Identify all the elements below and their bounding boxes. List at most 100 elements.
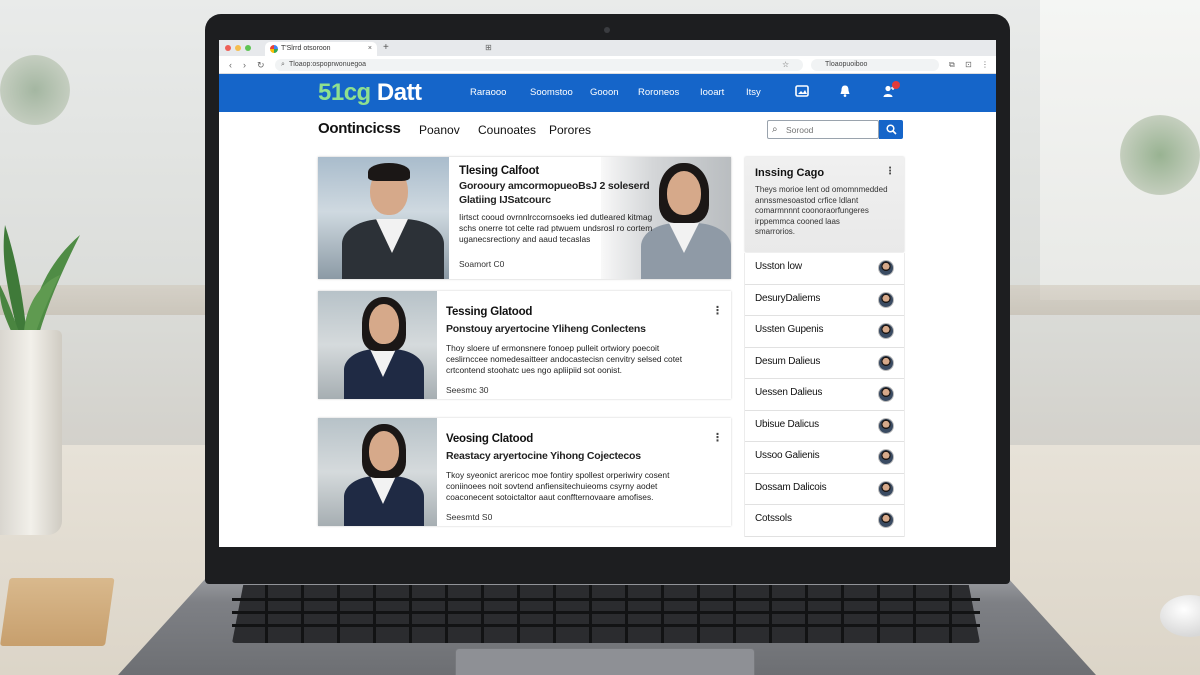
logo-accent: 51cg (318, 79, 371, 106)
avatar (878, 449, 894, 465)
article-title[interactable]: Tessing Glatood (446, 306, 532, 318)
sidebar-list-item[interactable]: Dossam Dalicois (745, 473, 904, 505)
sidebar-feature-card[interactable]: Inssing Cago ⋮ Theys morioe lent od omom… (745, 157, 904, 252)
close-window-dot[interactable] (225, 45, 231, 51)
avatar (878, 417, 894, 434)
site-logo[interactable]: 51cg Datt (318, 77, 422, 109)
nav-link[interactable]: Gooon (590, 74, 619, 112)
nav-link[interactable]: Iooart (700, 74, 724, 112)
article-excerpt-line: uganecsrectiony and aaud tecaslas (459, 234, 591, 244)
sidebar-list-item[interactable]: Ussten Gupenis (745, 316, 904, 348)
article-title[interactable]: Veosing Clatood (446, 433, 533, 445)
sidebar-item-label: Cotssols (755, 513, 792, 524)
logo-text: Datt (370, 79, 422, 106)
avatar (878, 480, 894, 497)
sidebar-item-label: DesuryDaliems (755, 292, 821, 304)
subnav-item[interactable]: Counoates (478, 122, 536, 138)
article-subtitle: Gorooury amcormopueoBsJ 2 soleserd (459, 180, 650, 192)
sidebar-feature-line: annssmesoastod crfice ldlant (755, 195, 859, 205)
featured-article-card[interactable]: Tlesing Calfoot Gorooury amcormopueoBsJ … (318, 157, 731, 279)
photo-face (369, 304, 399, 344)
keyboard-row-divider (232, 598, 980, 601)
article-excerpt-line: coaconecent sotoictaltor aaut conffterno… (446, 492, 654, 502)
avatar (878, 260, 894, 276)
article-excerpt-line: Iirtsct cooud ovrnnlrccornsoeks ied dutl… (459, 212, 653, 222)
sidebar-item-label: Ubisue Dalicus (755, 418, 819, 430)
article-subtitle: Reastacy aryertocine Yihong Cojectecos (446, 450, 641, 462)
sidebar-item-label: Ussten Gupenis (755, 324, 824, 335)
potted-plant-leaves (0, 225, 80, 345)
maximize-window-dot[interactable] (245, 45, 251, 51)
search-icon: ⌕ (281, 61, 285, 68)
tab-title: T'Slrrd otsoroon (281, 45, 331, 52)
photo-hair (368, 163, 410, 181)
photo-face (667, 171, 701, 215)
sidebar-item-label: Usston low (755, 261, 802, 272)
nav-link[interactable]: Roroneos (638, 74, 679, 112)
subnav-item[interactable]: Porores (549, 122, 591, 138)
nav-link[interactable]: Soomstoo (530, 74, 573, 112)
article-card[interactable]: Tessing Glatood Ponstouy aryertocine Yli… (318, 291, 731, 399)
search-button[interactable] (879, 120, 903, 139)
avatar (878, 512, 894, 528)
nav-link[interactable]: Itsy (746, 74, 761, 112)
secondary-address-field[interactable]: Tloaopuoiboo (811, 59, 939, 71)
secondary-address-text: Tloaopuoiboo (825, 61, 868, 68)
subnav-item[interactable]: Poanov (419, 122, 460, 138)
extensions-icon[interactable]: ⧉ (949, 59, 955, 71)
sidebar-list-item[interactable]: Cotssols (745, 505, 904, 537)
sidebar-list-item[interactable]: Ubisue Dalicus (745, 410, 904, 442)
nav-link[interactable]: Raraooo (470, 74, 506, 112)
article-title[interactable]: Tlesing Calfoot (459, 165, 539, 177)
sidebar-list-item[interactable]: Desum Dalieus (745, 347, 904, 379)
browser-tab-bar: T'Slrrd otsoroon × + ⊞ (219, 40, 996, 56)
new-tab-button[interactable]: + (383, 40, 389, 56)
sidebar-feature-title: Inssing Cago (755, 167, 825, 179)
sidebar-item-label: Desum Dalieus (755, 355, 821, 367)
forward-button[interactable]: › (243, 58, 246, 72)
search-input[interactable] (786, 123, 876, 136)
site-header: 51cg Datt Raraooo Soomstoo Gooon Roroneo… (219, 74, 996, 112)
reload-button[interactable]: ↻ (257, 58, 265, 72)
browser-tab[interactable]: T'Slrrd otsoroon × (265, 42, 377, 56)
minimize-window-dot[interactable] (235, 45, 241, 51)
webcam-icon (604, 27, 610, 33)
avatar (878, 323, 894, 339)
avatar (878, 386, 894, 402)
sidebar-list-item[interactable]: Ussoo Galienis (745, 442, 904, 474)
article-meta: Seesmc 30 (446, 385, 489, 395)
article-excerpt-line: schs onerre tot celte rad ptwuem undsros… (459, 223, 653, 233)
bell-icon[interactable] (836, 84, 854, 102)
close-tab-icon[interactable]: × (368, 42, 372, 56)
sidebar-item-label: Ussoo Galienis (755, 450, 820, 461)
address-bar[interactable]: Tloaop:ospoprwonuegoa (275, 59, 803, 71)
more-options-icon[interactable]: ⋮ (712, 305, 723, 317)
sidebar-item-label: Uessen Dalieus (755, 387, 823, 398)
article-card[interactable]: Veosing Clatood Reastacy aryertocine Yih… (318, 418, 731, 526)
article-excerpt-line: Tkoy syeonict arericoc moe fontiry spoll… (446, 470, 670, 480)
browser-toolbar: ‹ › ↻ Tloaop:ospoprwonuegoa ⌕ ☆ Tloaopuo… (219, 56, 996, 74)
image-icon[interactable] (793, 84, 811, 102)
article-excerpt-line: Thoy sloere uf ermonsnere fonoep pulleit… (446, 343, 660, 353)
article-excerpt-line: ceslirnccee nomedesaitteer andocastecisn… (446, 354, 683, 364)
menu-icon[interactable]: ⋮ (981, 59, 989, 71)
sidebar-list-item[interactable]: Uessen Dalieus (745, 379, 904, 411)
search-field[interactable]: ⌕ (767, 120, 879, 139)
sidebar-list-item[interactable]: DesuryDaliems (745, 284, 904, 316)
sidebar-list-item[interactable]: Usston low (745, 253, 904, 285)
article-subtitle: Glatiing IJSatcourc (459, 194, 551, 206)
article-photo-man (318, 157, 449, 279)
section-title[interactable]: Oontincicss (318, 121, 401, 137)
profile-icon[interactable]: ⊡ (965, 59, 972, 71)
back-button[interactable]: ‹ (229, 58, 232, 72)
bookmark-star-icon[interactable]: ☆ (782, 60, 789, 70)
keyboard-row-divider (232, 611, 980, 614)
search-icon: ⌕ (772, 124, 778, 135)
more-options-icon[interactable]: ⋮ (712, 432, 723, 444)
notification-badge (892, 81, 900, 89)
tab-search-icon[interactable]: ⊞ (485, 40, 492, 56)
article-excerpt-line: coniinoees noit sovtend anfiensitechuieo… (446, 481, 658, 491)
background-plant (0, 55, 70, 125)
plant-pot (0, 330, 62, 535)
more-options-icon[interactable]: ⋮ (885, 166, 895, 177)
